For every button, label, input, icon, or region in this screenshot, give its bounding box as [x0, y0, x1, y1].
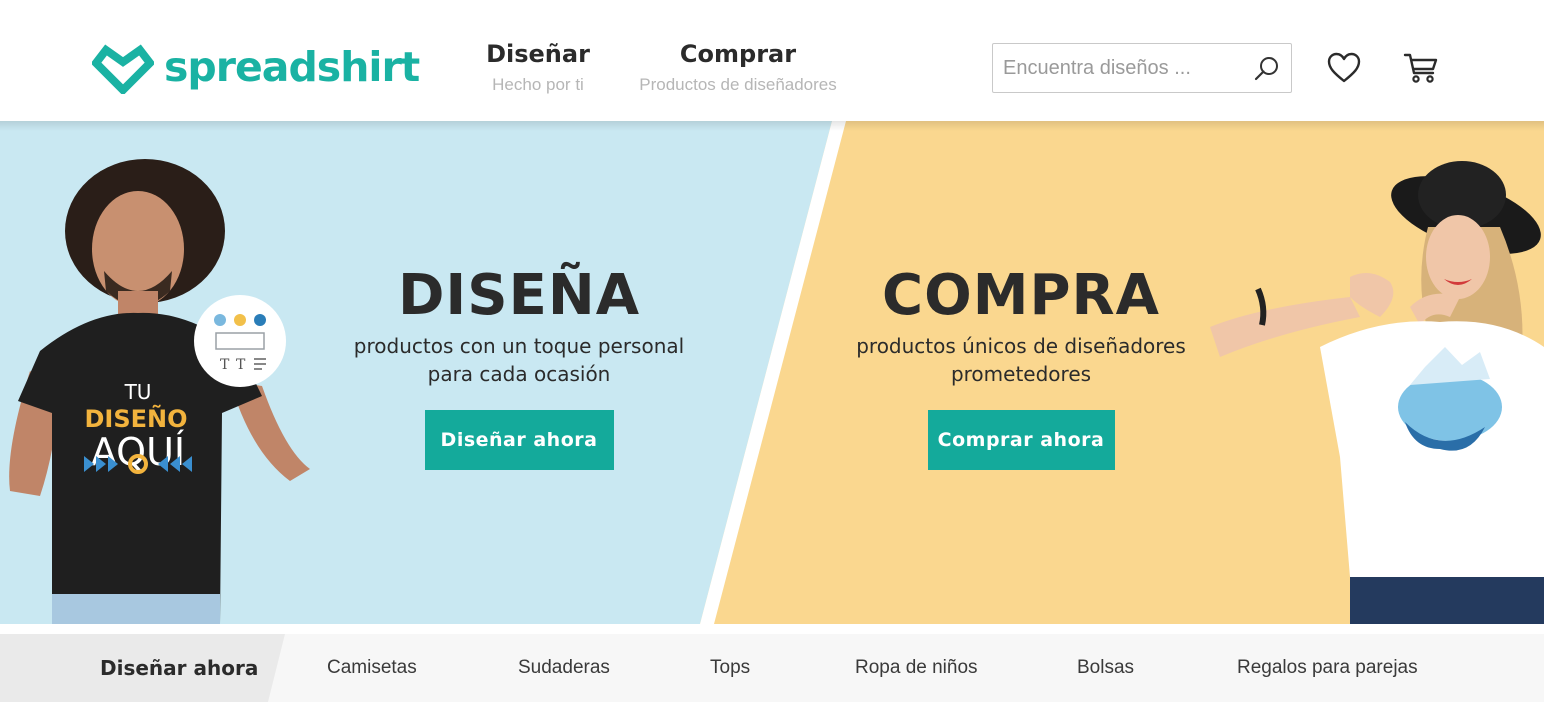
design-tool-badge: T T — [194, 295, 286, 387]
hero-banner: TU DISEÑO AQUÍ T T DISEÑA productos con … — [0, 121, 1544, 624]
category-item-kids[interactable]: Ropa de niños — [855, 634, 978, 702]
shop-headline: COMPRA — [882, 263, 1160, 328]
category-bar: Diseñar ahora Camisetas Sudaderas Tops R… — [0, 634, 1544, 702]
category-item-tshirts[interactable]: Camisetas — [327, 634, 417, 702]
nav-design-sublabel: Hecho por ti — [492, 75, 584, 94]
shop-description-line1: productos únicos de diseñadores — [856, 334, 1186, 358]
header-shadow — [0, 121, 1544, 131]
logo-wordmark: spreadshirt — [164, 43, 420, 91]
nav-design-label: Diseñar — [486, 40, 590, 68]
shop-panel: COMPRA productos únicos de diseñadores p… — [830, 264, 1212, 470]
cart-icon[interactable] — [1403, 50, 1439, 86]
nav-design[interactable]: Diseñar Hecho por ti — [480, 38, 596, 98]
site-header: spreadshirt Diseñar Hecho por ti Comprar… — [0, 0, 1544, 121]
search-input[interactable] — [1003, 44, 1243, 92]
tshirt-print-line1: TU — [124, 380, 152, 404]
design-description-line2: para cada ocasión — [427, 362, 611, 386]
svg-text:T: T — [236, 357, 246, 373]
category-item-bags[interactable]: Bolsas — [1077, 634, 1134, 702]
heart-icon[interactable] — [1326, 50, 1362, 86]
tshirt-print-line2: DISEÑO — [84, 404, 187, 433]
category-item-tops[interactable]: Tops — [710, 634, 750, 702]
design-now-button[interactable]: Diseñar ahora — [424, 410, 614, 470]
designer-model-illustration: TU DISEÑO AQUÍ T T — [9, 159, 310, 624]
nav-shop-label: Comprar — [679, 40, 797, 68]
svg-text:T: T — [220, 357, 230, 373]
logo-heart-icon — [92, 44, 154, 94]
shop-now-button[interactable]: Comprar ahora — [927, 410, 1115, 470]
nav-shop-sublabel: Productos de diseñadores — [639, 75, 837, 94]
category-item-couple-gifts[interactable]: Regalos para parejas — [1237, 634, 1418, 702]
search-icon[interactable] — [1253, 55, 1281, 83]
design-description-line1: productos con un toque personal — [353, 334, 685, 358]
category-item-sweatshirts[interactable]: Sudaderas — [518, 634, 610, 702]
search-box — [992, 43, 1292, 93]
shop-description-line2: prometedores — [950, 362, 1092, 386]
design-headline: DISEÑA — [397, 263, 641, 328]
logo[interactable]: spreadshirt — [92, 40, 420, 94]
shopper-model-illustration — [1210, 161, 1544, 624]
category-design-now[interactable]: Diseñar ahora — [100, 634, 258, 702]
design-panel: DISEÑA productos con un toque personal p… — [330, 264, 708, 470]
nav-shop[interactable]: Comprar Productos de diseñadores — [628, 38, 848, 98]
tshirt-print-line3: AQUÍ — [91, 430, 185, 474]
